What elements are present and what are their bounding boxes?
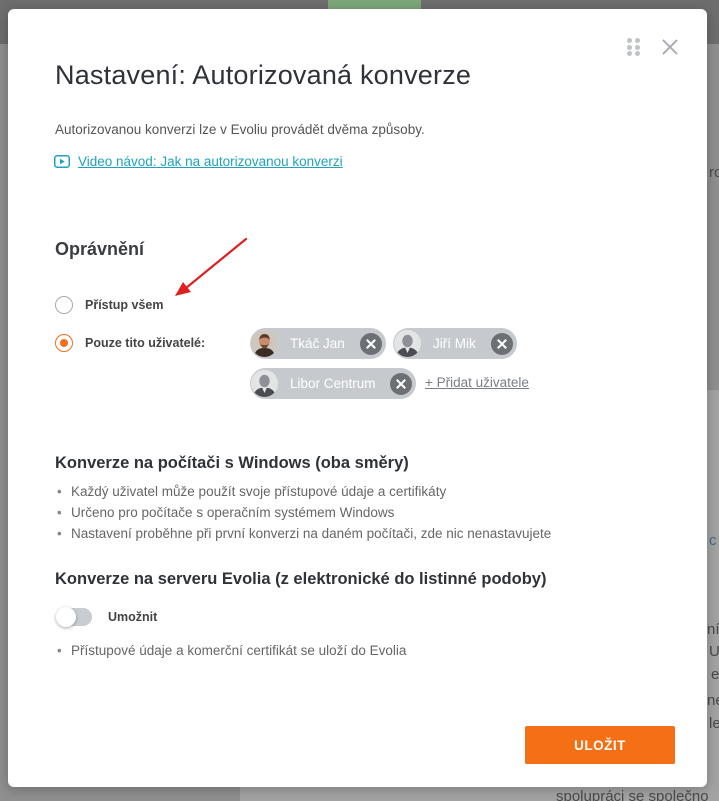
background-text: ní	[707, 621, 719, 638]
add-user-link[interactable]: + Přidat uživatele	[425, 375, 529, 390]
video-tutorial-link[interactable]: Video návod: Jak na autorizovanou konver…	[54, 154, 343, 169]
background-text: U	[709, 643, 719, 660]
save-button[interactable]: ULOŽIT	[525, 726, 675, 764]
user-chip: Tkáč Jan	[250, 328, 386, 359]
background-text: le	[709, 715, 719, 732]
toggle-knob	[56, 607, 76, 627]
windows-section-heading: Konverze na počítači s Windows (oba směr…	[55, 454, 409, 472]
radio-only-these-users[interactable]: Pouze tito uživatelé:	[55, 334, 205, 352]
toggle-label: Umožnit	[108, 610, 158, 624]
background-text: ne	[707, 692, 719, 709]
settings-modal: Nastavení: Autorizovaná konverze Autoriz…	[8, 9, 707, 787]
user-chip-name: Libor Centrum	[290, 376, 376, 391]
radio-label: Pouze tito uživatelé:	[85, 336, 206, 350]
server-section-list: Přístupové údaje a komerční certifikát s…	[55, 640, 406, 661]
background-text: c	[709, 532, 717, 549]
user-chip: Jiří Mik	[393, 328, 517, 359]
radio-button[interactable]	[55, 296, 73, 314]
remove-user-icon[interactable]	[390, 372, 412, 395]
background-text: ro	[709, 164, 719, 181]
video-play-icon	[54, 155, 70, 168]
list-item: Nastavení proběhne při první konverzi na…	[55, 523, 551, 544]
enable-toggle[interactable]	[56, 607, 92, 627]
radio-label: Přístup všem	[85, 298, 164, 312]
photo-avatar	[251, 330, 278, 357]
list-item: Přístupové údaje a komerční certifikát s…	[55, 640, 406, 661]
user-chip-name: Tkáč Jan	[290, 336, 345, 351]
drag-handle-icon[interactable]	[627, 38, 641, 56]
user-chip: Libor Centrum	[250, 368, 416, 399]
radio-button-selected[interactable]	[55, 334, 73, 352]
background-text: spolupráci se společno	[556, 788, 709, 801]
windows-section-list: Každý uživatel může použít svoje přístup…	[55, 481, 551, 544]
permissions-heading: Oprávnění	[55, 239, 145, 259]
default-user-avatar	[251, 370, 278, 397]
user-chip-name: Jiří Mik	[433, 336, 476, 351]
default-user-avatar	[394, 330, 421, 357]
list-item: Určeno pro počítače s operačním systémem…	[55, 502, 551, 523]
list-item: Každý uživatel může použít svoje přístup…	[55, 481, 551, 502]
enable-toggle-row[interactable]: Umožnit	[56, 607, 158, 627]
video-link-label: Video návod: Jak na autorizovanou konver…	[78, 154, 343, 169]
remove-user-icon[interactable]	[360, 332, 382, 355]
server-section-heading: Konverze na serveru Evolia (z elektronic…	[55, 570, 547, 588]
modal-title: Nastavení: Autorizovaná konverze	[55, 60, 472, 90]
modal-description: Autorizovanou konverzi lze v Evoliu prov…	[55, 122, 425, 137]
radio-access-all[interactable]: Přístup všem	[55, 296, 164, 314]
close-icon[interactable]	[659, 36, 681, 58]
background-text: e	[711, 666, 719, 683]
remove-user-icon[interactable]	[491, 332, 513, 355]
